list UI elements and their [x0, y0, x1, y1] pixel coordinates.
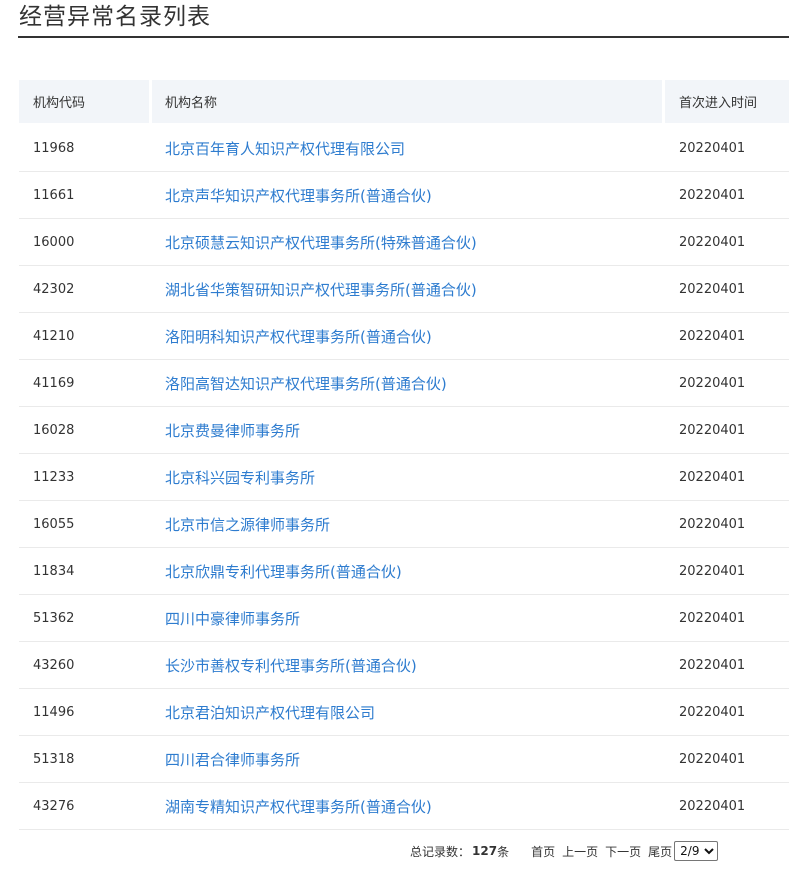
first-entry-date-cell: 20220401: [665, 360, 789, 407]
first-page-link[interactable]: 首页: [531, 843, 555, 860]
first-entry-date-cell: 20220401: [665, 454, 789, 501]
org-name-link[interactable]: 洛阳明科知识产权代理事务所(普通合伙): [165, 328, 432, 346]
header-code: 机构代码: [19, 80, 149, 125]
page-title: 经营异常名录列表: [19, 4, 211, 30]
abnormal-list-table-container: 机构代码 机构名称 首次进入时间 11968 北京百年育人知识产权代理有限公司 20…: [19, 80, 789, 830]
org-name-cell: 四川君合律师事务所: [149, 736, 665, 783]
org-name-link[interactable]: 四川君合律师事务所: [165, 751, 300, 769]
org-name-link[interactable]: 四川中豪律师事务所: [165, 610, 300, 628]
org-name-link[interactable]: 湖北省华策智研知识产权代理事务所(普通合伙): [165, 281, 477, 299]
table-row: 51362 四川中豪律师事务所 20220401: [19, 595, 789, 642]
last-page-link[interactable]: 尾页: [648, 843, 672, 860]
total-records-unit: 条: [497, 844, 510, 859]
table-row: 16028 北京费曼律师事务所 20220401: [19, 407, 789, 454]
org-name-cell: 北京硕慧云知识产权代理事务所(特殊普通合伙): [149, 219, 665, 266]
table-row: 41210 洛阳明科知识产权代理事务所(普通合伙) 20220401: [19, 313, 789, 360]
org-name-link[interactable]: 洛阳高智达知识产权代理事务所(普通合伙): [165, 375, 447, 393]
org-name-cell: 洛阳高智达知识产权代理事务所(普通合伙): [149, 360, 665, 407]
org-name-link[interactable]: 北京百年育人知识产权代理有限公司: [165, 140, 405, 158]
org-code-cell: 11496: [19, 689, 149, 736]
table-row: 41169 洛阳高智达知识产权代理事务所(普通合伙) 20220401: [19, 360, 789, 407]
table-body: 11968 北京百年育人知识产权代理有限公司 20220401 11661 北京声华知识…: [19, 125, 789, 830]
first-entry-date-cell: 20220401: [665, 125, 789, 172]
header-name: 机构名称: [149, 80, 665, 125]
org-name-cell: 四川中豪律师事务所: [149, 595, 665, 642]
prev-page-link[interactable]: 上一页: [562, 843, 598, 860]
table-row: 11233 北京科兴园专利事务所 20220401: [19, 454, 789, 501]
org-code-cell: 41169: [19, 360, 149, 407]
org-name-cell: 北京欣鼎专利代理事务所(普通合伙): [149, 548, 665, 595]
org-name-link[interactable]: 湖南专精知识产权代理事务所(普通合伙): [165, 798, 432, 816]
table-row: 11968 北京百年育人知识产权代理有限公司 20220401: [19, 125, 789, 172]
org-code-cell: 41210: [19, 313, 149, 360]
abnormal-list-table: 机构代码 机构名称 首次进入时间 11968 北京百年育人知识产权代理有限公司 20…: [19, 80, 789, 830]
first-entry-date-cell: 20220401: [665, 313, 789, 360]
table-row: 51318 四川君合律师事务所 20220401: [19, 736, 789, 783]
table-header: 机构代码 机构名称 首次进入时间: [19, 80, 789, 125]
first-entry-date-cell: 20220401: [665, 736, 789, 783]
table-row: 16055 北京市信之源律师事务所 20220401: [19, 501, 789, 548]
org-name-cell: 北京百年育人知识产权代理有限公司: [149, 125, 665, 172]
table-row: 11661 北京声华知识产权代理事务所(普通合伙) 20220401: [19, 172, 789, 219]
org-name-link[interactable]: 北京费曼律师事务所: [165, 422, 300, 440]
pagination: 总记录数： 127 条 首页 上一页 下一页 尾页 2/9: [410, 840, 719, 862]
table-row: 11834 北京欣鼎专利代理事务所(普通合伙) 20220401: [19, 548, 789, 595]
first-entry-date-cell: 20220401: [665, 642, 789, 689]
first-entry-date-cell: 20220401: [665, 689, 789, 736]
org-name-link[interactable]: 北京科兴园专利事务所: [165, 469, 315, 487]
org-code-cell: 16028: [19, 407, 149, 454]
first-entry-date-cell: 20220401: [665, 172, 789, 219]
org-name-cell: 长沙市善权专利代理事务所(普通合伙): [149, 642, 665, 689]
title-divider: [18, 36, 789, 38]
first-entry-date-cell: 20220401: [665, 595, 789, 642]
org-code-cell: 16055: [19, 501, 149, 548]
next-page-link[interactable]: 下一页: [605, 843, 641, 860]
org-name-link[interactable]: 北京市信之源律师事务所: [165, 516, 330, 534]
org-code-cell: 11968: [19, 125, 149, 172]
table-row: 43276 湖南专精知识产权代理事务所(普通合伙) 20220401: [19, 783, 789, 830]
org-code-cell: 42302: [19, 266, 149, 313]
org-name-link[interactable]: 北京欣鼎专利代理事务所(普通合伙): [165, 563, 402, 581]
first-entry-date-cell: 20220401: [665, 407, 789, 454]
first-entry-date-cell: 20220401: [665, 219, 789, 266]
total-records-count: 127: [472, 844, 498, 858]
table-row: 16000 北京硕慧云知识产权代理事务所(特殊普通合伙) 20220401: [19, 219, 789, 266]
first-entry-date-cell: 20220401: [665, 783, 789, 830]
org-code-cell: 43260: [19, 642, 149, 689]
header-row: 机构代码 机构名称 首次进入时间: [19, 80, 789, 125]
total-records-label: 总记录数：: [410, 844, 471, 859]
org-code-cell: 43276: [19, 783, 149, 830]
org-name-link[interactable]: 北京君泊知识产权代理有限公司: [165, 704, 375, 722]
page-select[interactable]: 2/9: [674, 841, 719, 861]
org-code-cell: 11233: [19, 454, 149, 501]
org-name-link[interactable]: 长沙市善权专利代理事务所(普通合伙): [165, 657, 417, 675]
org-name-cell: 洛阳明科知识产权代理事务所(普通合伙): [149, 313, 665, 360]
header-date: 首次进入时间: [665, 80, 789, 125]
first-entry-date-cell: 20220401: [665, 548, 789, 595]
first-entry-date-cell: 20220401: [665, 266, 789, 313]
org-code-cell: 51362: [19, 595, 149, 642]
org-code-cell: 16000: [19, 219, 149, 266]
org-code-cell: 11661: [19, 172, 149, 219]
table-row: 43260 长沙市善权专利代理事务所(普通合伙) 20220401: [19, 642, 789, 689]
org-name-cell: 北京费曼律师事务所: [149, 407, 665, 454]
org-name-cell: 湖北省华策智研知识产权代理事务所(普通合伙): [149, 266, 665, 313]
table-row: 11496 北京君泊知识产权代理有限公司 20220401: [19, 689, 789, 736]
org-code-cell: 51318: [19, 736, 149, 783]
table-row: 42302 湖北省华策智研知识产权代理事务所(普通合伙) 20220401: [19, 266, 789, 313]
first-entry-date-cell: 20220401: [665, 501, 789, 548]
org-name-cell: 北京声华知识产权代理事务所(普通合伙): [149, 172, 665, 219]
org-name-cell: 北京市信之源律师事务所: [149, 501, 665, 548]
org-name-link[interactable]: 北京声华知识产权代理事务所(普通合伙): [165, 187, 432, 205]
org-name-cell: 北京君泊知识产权代理有限公司: [149, 689, 665, 736]
org-name-cell: 北京科兴园专利事务所: [149, 454, 665, 501]
org-name-cell: 湖南专精知识产权代理事务所(普通合伙): [149, 783, 665, 830]
org-name-link[interactable]: 北京硕慧云知识产权代理事务所(特殊普通合伙): [165, 234, 477, 252]
org-code-cell: 11834: [19, 548, 149, 595]
